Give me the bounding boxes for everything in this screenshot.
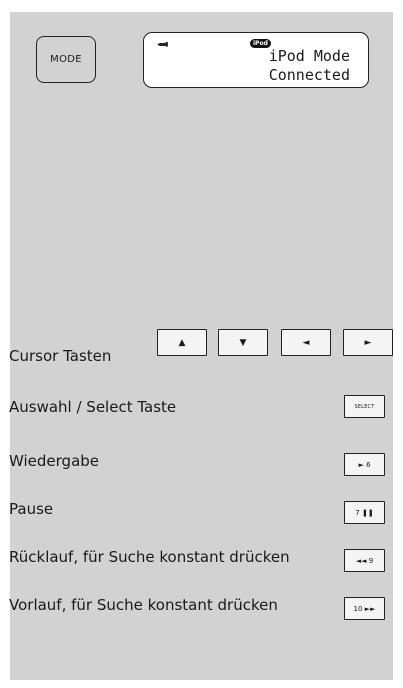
forward-label: Vorlauf, für Suche konstant drücken bbox=[9, 596, 278, 614]
cursor-left-button[interactable]: ◄ bbox=[281, 329, 331, 356]
rewind-label: Rücklauf, für Suche konstant drücken bbox=[9, 548, 290, 566]
lcd-display: ◂▪▪▮ iPod iPod Mode Connected bbox=[143, 32, 369, 88]
rewind-button[interactable]: ◄◄ 9 bbox=[344, 549, 385, 572]
display-line-2: Connected bbox=[268, 66, 350, 84]
cursor-up-button[interactable]: ▲ bbox=[157, 329, 207, 356]
cursor-down-button[interactable]: ▼ bbox=[218, 329, 268, 356]
cursor-right-button[interactable]: ► bbox=[343, 329, 393, 356]
forward-button[interactable]: 10 ►► bbox=[344, 597, 385, 620]
play-label: Wiedergabe bbox=[9, 452, 100, 470]
display-line-1: iPod Mode bbox=[268, 47, 350, 65]
select-key-label: Auswahl / Select Taste bbox=[9, 398, 177, 416]
cursor-keys-label: Cursor Tasten bbox=[9, 347, 112, 365]
play-button[interactable]: ► 6 bbox=[344, 453, 385, 476]
pause-label: Pause bbox=[9, 500, 54, 518]
pause-button[interactable]: 7 ❚❚ bbox=[344, 501, 385, 524]
mode-button[interactable]: MODE bbox=[36, 36, 96, 83]
select-button[interactable]: SELECT bbox=[344, 395, 385, 418]
